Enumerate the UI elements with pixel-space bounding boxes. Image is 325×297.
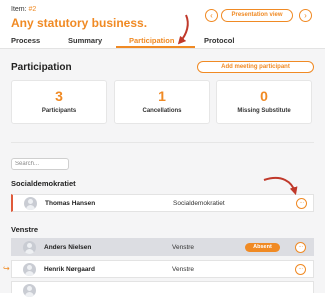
participant-name: Henrik Nørgaard [44,266,95,273]
participant-party: Socialdemokratiet [173,200,225,207]
chevron-left-icon: ‹ [210,11,213,20]
participant-row[interactable]: Thomas Hansen Socialdemokratiet ··· [11,194,314,212]
presentation-view-button[interactable]: Presentation view [221,9,293,22]
group-title-venstre: Venstre [11,225,39,234]
avatar [23,241,36,254]
previous-item-button[interactable]: ‹ [205,9,218,22]
participant-row[interactable]: Anders Nielsen Venstre Absent ··· [11,238,314,256]
participant-party: Venstre [172,244,195,251]
stat-label: Participants [41,108,77,114]
substitute-arrow-icon: ↪ [3,264,10,273]
participant-search-input[interactable] [11,158,69,170]
more-options-button[interactable]: ··· [295,242,306,253]
tab-protocol[interactable]: Protocol [204,36,234,45]
stat-label: Missing Substitute [237,108,291,114]
avatar [23,263,36,276]
avatar [24,197,37,210]
stat-card-missing-substitute: 0 Missing Substitute [216,80,312,124]
participant-row-partial[interactable] [11,281,314,297]
item-title: Any statutory business. [11,16,148,30]
participant-row[interactable]: ↪ Henrik Nørgaard Venstre ··· [3,260,314,278]
participation-title: Participation [11,62,72,73]
tab-process[interactable]: Process [11,36,40,45]
stat-value: 1 [158,88,166,104]
more-options-button[interactable]: ··· [296,198,307,209]
stat-value: 3 [55,88,63,104]
next-item-button[interactable]: › [299,9,312,22]
participant-party: Venstre [172,266,195,273]
item-tabs: Process Summary Participation Protocol [0,33,325,49]
item-header: Item: #2 Any statutory business. ‹ Prese… [0,0,325,49]
chevron-right-icon: › [304,11,307,20]
group-title-socialdemokratiet: Socialdemokratiet [11,179,76,188]
item-label: Item: [11,6,27,13]
participant-name: Anders Nielsen [44,244,92,251]
avatar [23,284,36,297]
stat-value: 0 [260,88,268,104]
stat-label: Cancellations [142,108,182,114]
item-number: #2 [28,6,37,13]
participant-name: Thomas Hansen [45,200,96,207]
tab-participation[interactable]: Participation [129,36,174,45]
add-meeting-participant-button[interactable]: Add meeting participant [197,61,314,73]
item-number-line: Item: #2 [11,6,36,13]
stat-card-participants: 3 Participants [11,80,107,124]
tab-summary[interactable]: Summary [68,36,102,45]
absent-status-badge: Absent [245,243,280,252]
stat-card-cancellations: 1 Cancellations [114,80,210,124]
more-options-button[interactable]: ··· [295,264,306,275]
section-divider [11,142,314,143]
